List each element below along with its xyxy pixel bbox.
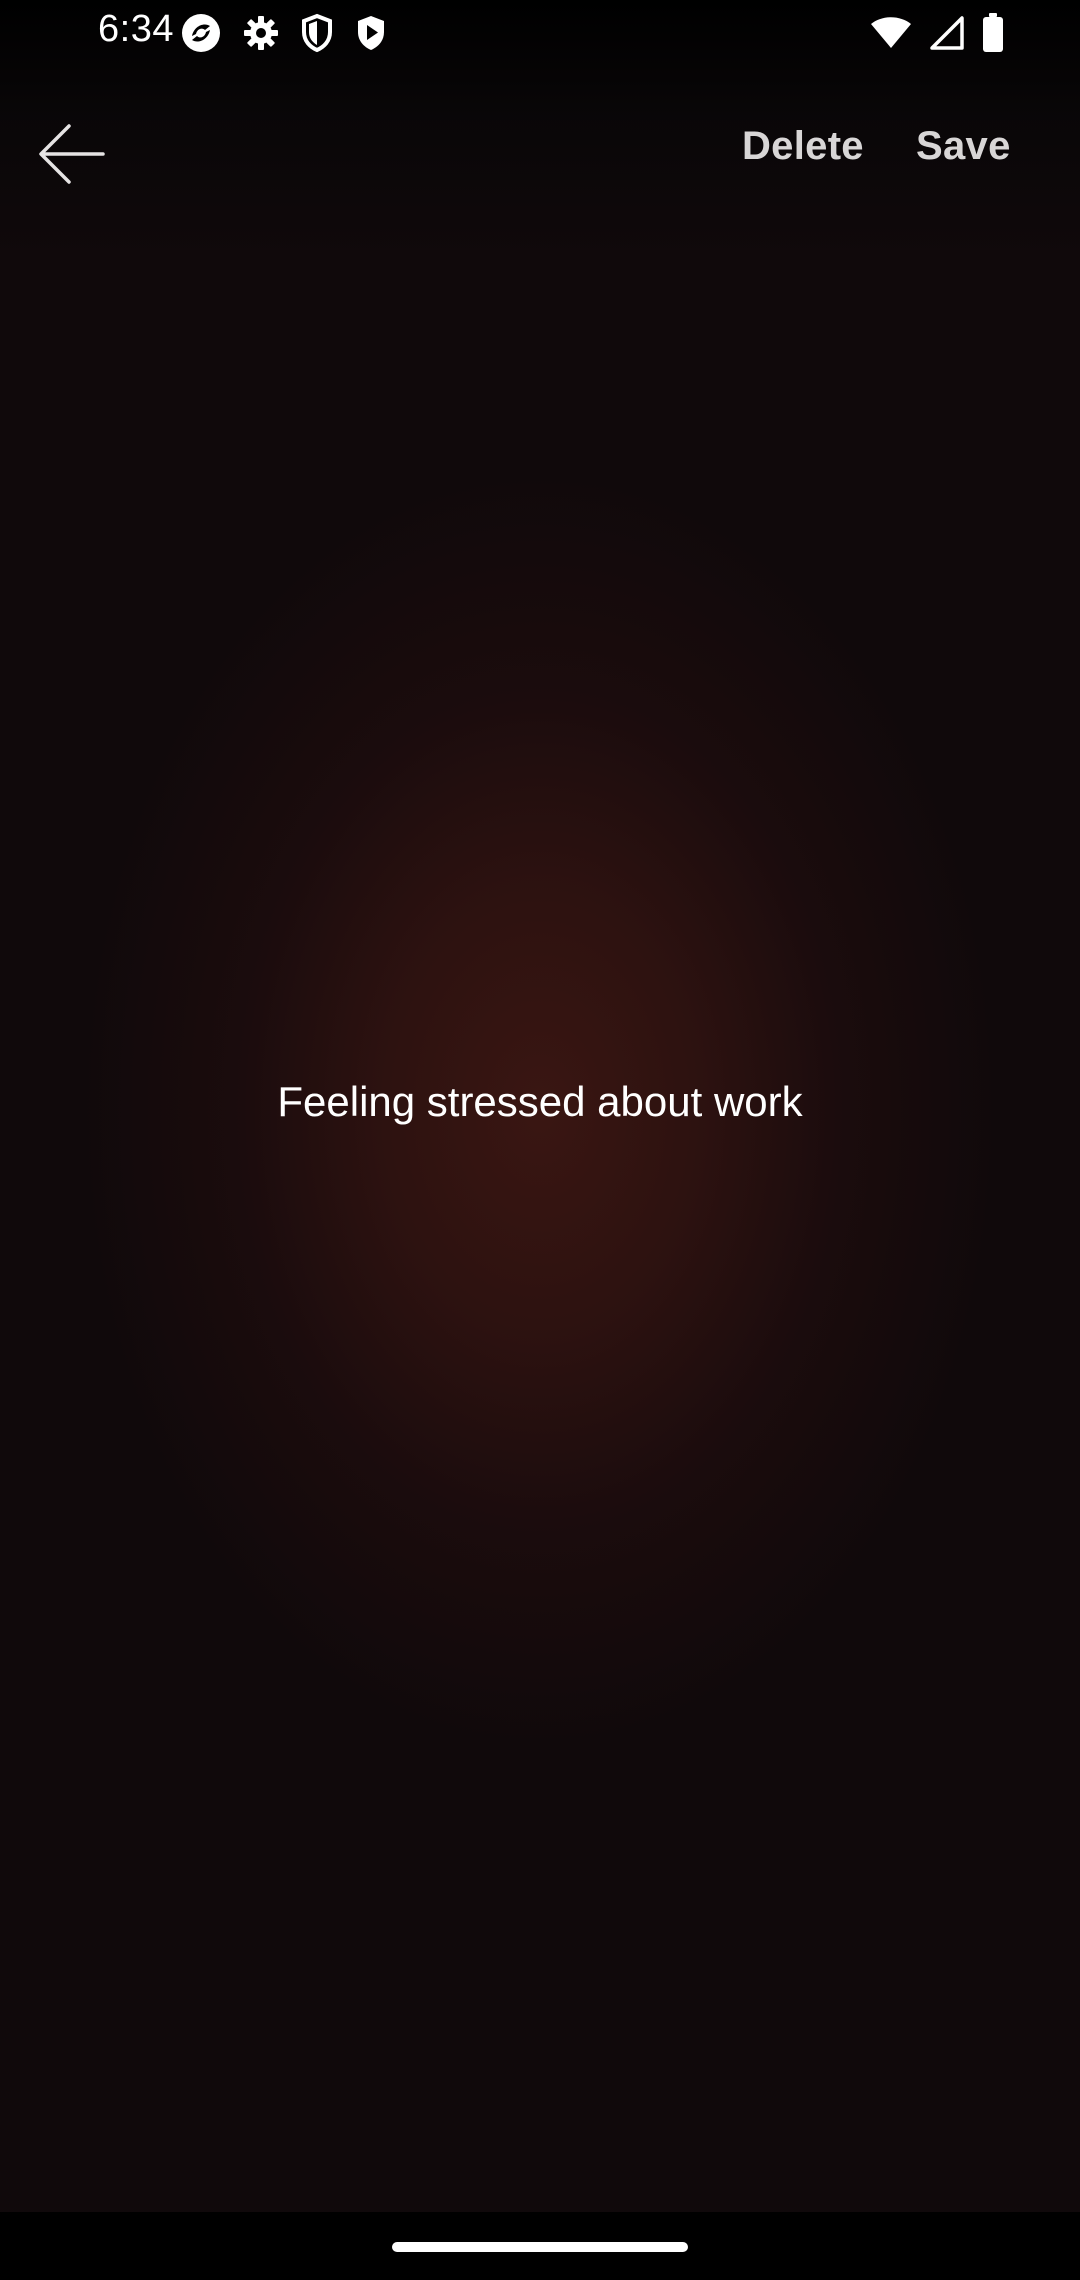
- wifi-icon: [870, 16, 912, 50]
- delete-button[interactable]: Delete: [742, 124, 864, 169]
- app-bar: Delete Save: [0, 110, 1080, 196]
- battery-icon: [982, 13, 1004, 53]
- system-icons: [870, 12, 1004, 54]
- shield-icon: [300, 13, 334, 53]
- navigation-bar: [0, 2212, 1080, 2280]
- journal-entry-text: Feeling stressed about work: [277, 1078, 803, 1125]
- status-bar: 6:34: [0, 0, 1080, 66]
- journal-entry-screen: 6:34 Delete Save Feeling stressed about …: [0, 0, 1080, 2280]
- status-time: 6:34: [98, 8, 174, 50]
- home-indicator[interactable]: [392, 2242, 688, 2252]
- back-arrow-icon: [37, 122, 107, 191]
- back-button[interactable]: [32, 116, 112, 196]
- save-button[interactable]: Save: [916, 124, 1011, 169]
- app-notification-icon: [180, 12, 222, 54]
- cellular-signal-icon: [930, 16, 964, 50]
- play-store-icon: [354, 13, 388, 53]
- settings-icon: [242, 14, 280, 52]
- notification-icons: [180, 12, 388, 54]
